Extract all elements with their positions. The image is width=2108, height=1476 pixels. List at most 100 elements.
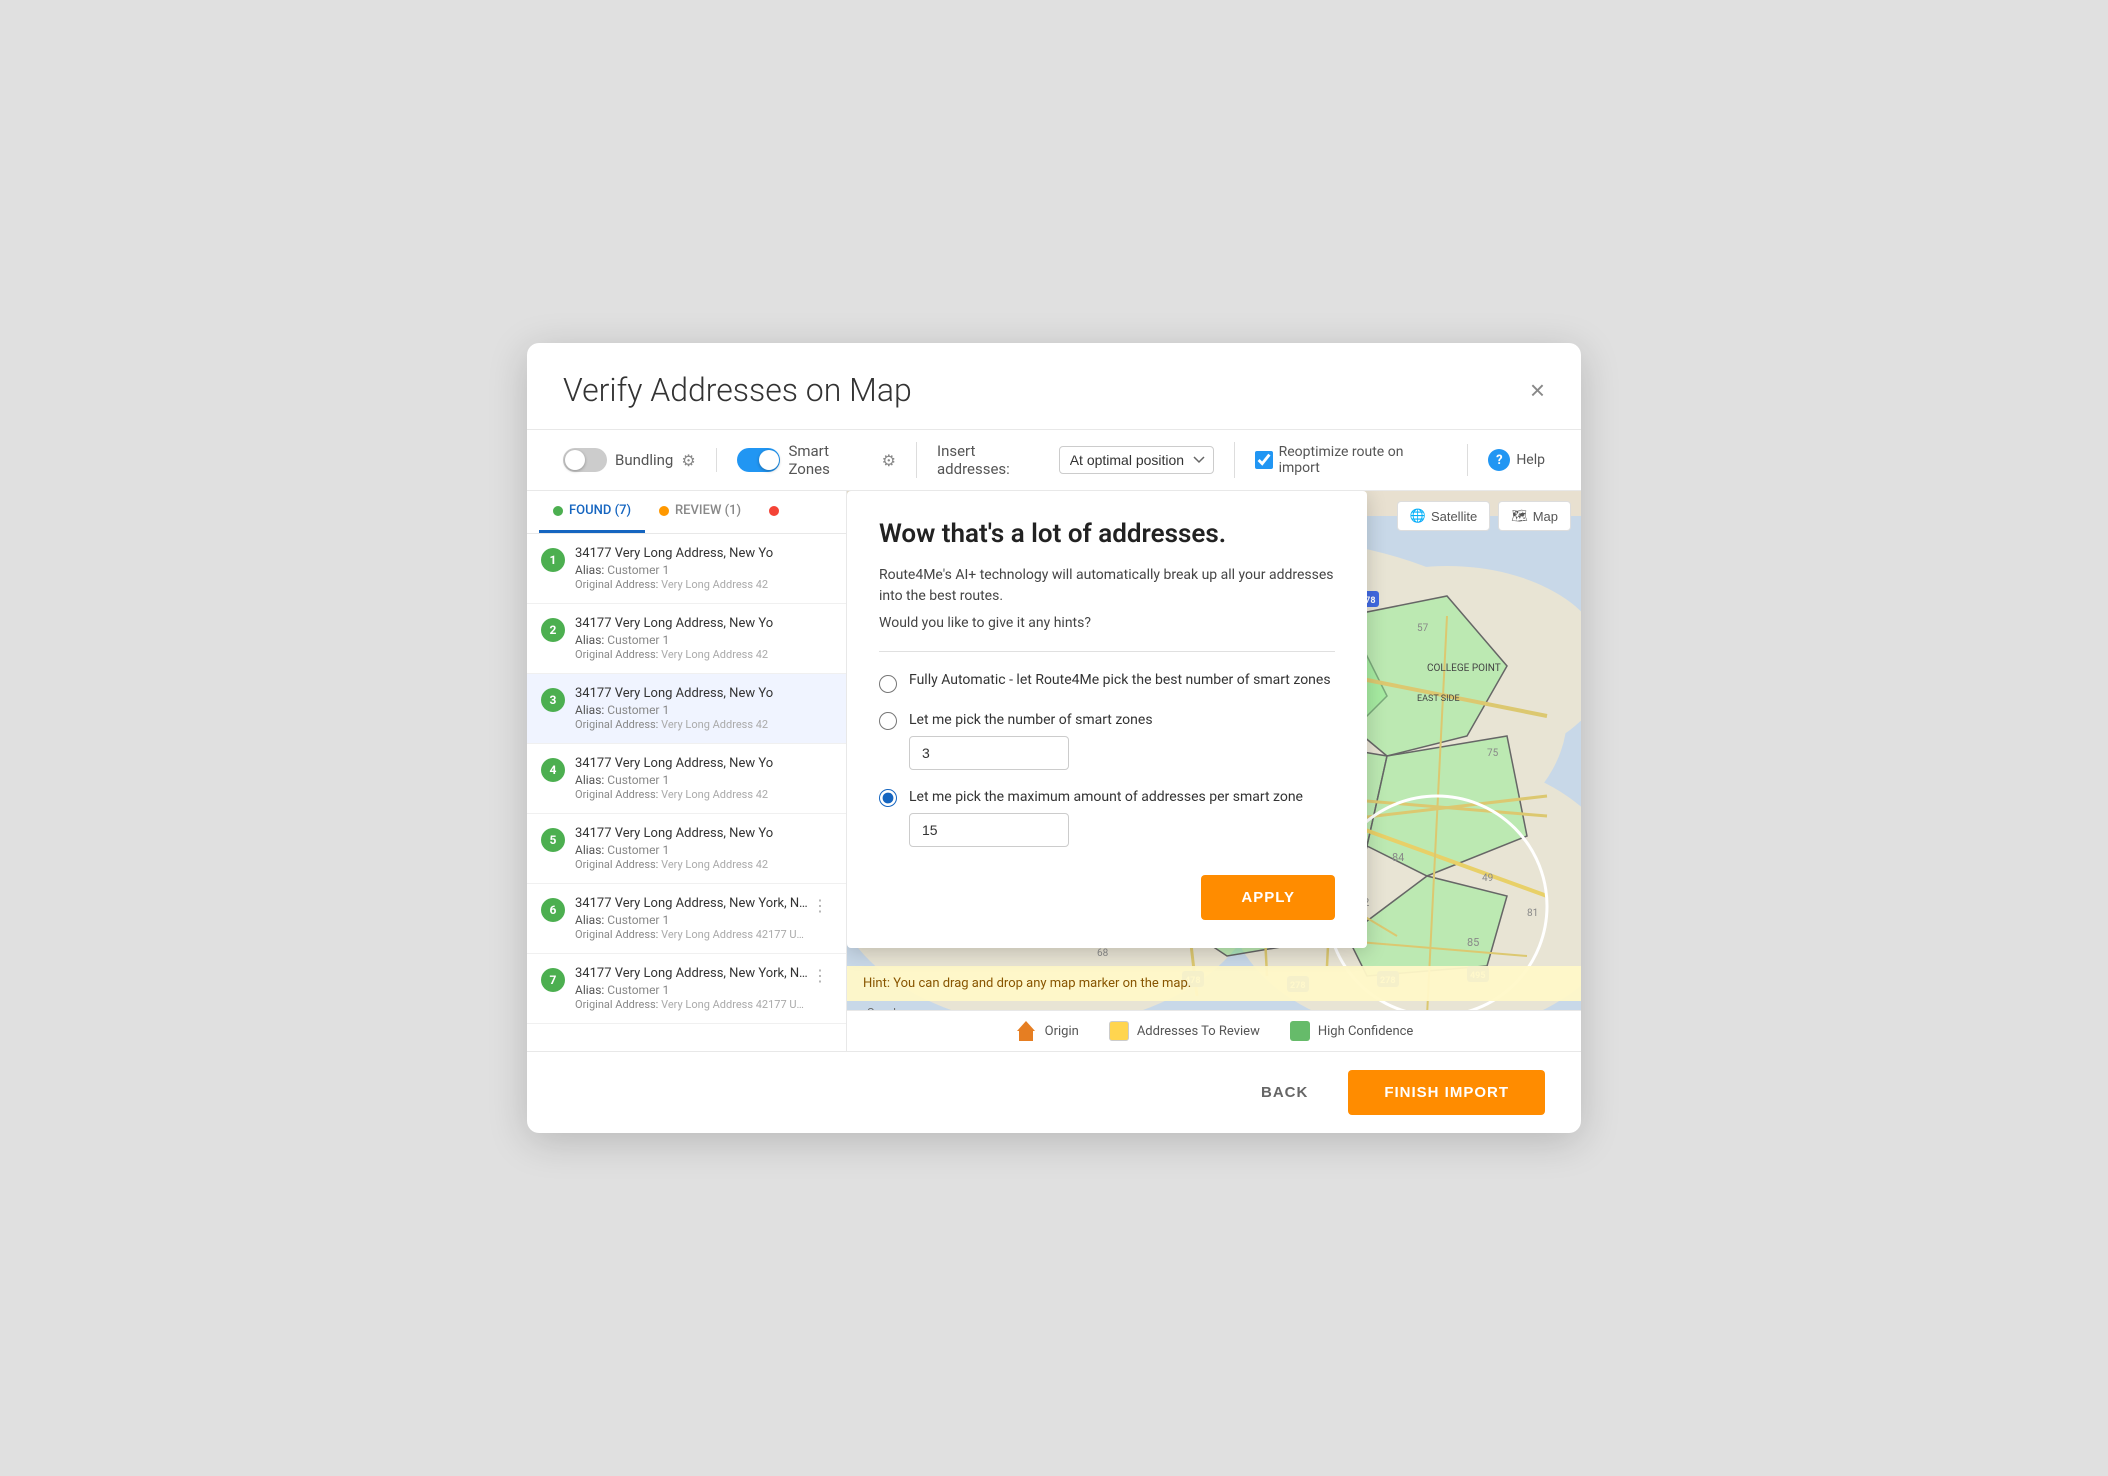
map-area: 73 75 57 73 74 65 65 75 62 74 84 49 62 7…: [847, 491, 1581, 1051]
radio-automatic[interactable]: [879, 675, 897, 693]
reoptimize-text: Reoptimize route on import: [1279, 444, 1448, 476]
radio-automatic-label: Fully Automatic - let Route4Me pick the …: [909, 672, 1331, 688]
back-button[interactable]: BACK: [1241, 1074, 1328, 1111]
tab-not-found[interactable]: [755, 491, 793, 533]
finish-import-button[interactable]: FINISH IMPORT: [1348, 1070, 1545, 1115]
max-addresses-input[interactable]: [909, 813, 1069, 847]
reoptimize-label[interactable]: Reoptimize route on import: [1255, 444, 1448, 476]
addr-original: Original Address: Very Long Address 4217…: [575, 998, 808, 1011]
addr-original: Original Address: Very Long Address 42: [575, 578, 832, 591]
addr-info: 34177 Very Long Address, New York, NY 53…: [575, 966, 808, 1011]
addr-original: Original Address: Very Long Address 42: [575, 858, 832, 871]
list-item[interactable]: 2 34177 Very Long Address, New Yo Alias:…: [527, 604, 846, 674]
legend-confidence: High Confidence: [1290, 1021, 1413, 1041]
modal-header: Verify Addresses on Map ×: [527, 343, 1581, 430]
radio-pick-number-label: Let me pick the number of smart zones: [909, 712, 1153, 728]
addr-info: 34177 Very Long Address, New Yo Alias: C…: [575, 826, 832, 871]
smart-zones-gear-icon[interactable]: ⚙: [882, 451, 896, 470]
addr-alias: Alias: Customer 1: [575, 563, 832, 577]
addr-info: 34177 Very Long Address, New Yo Alias: C…: [575, 546, 832, 591]
satellite-button[interactable]: 🌐 Satellite: [1397, 501, 1490, 531]
list-item[interactable]: 1 34177 Very Long Address, New Yo Alias:…: [527, 534, 846, 604]
bundling-toggle[interactable]: [563, 448, 607, 472]
main-content: FOUND (7) REVIEW (1) 1 34177 Very Long A…: [527, 491, 1581, 1051]
list-item[interactable]: 4 34177 Very Long Address, New Yo Alias:…: [527, 744, 846, 814]
list-item[interactable]: 6 34177 Very Long Address, New York, NY …: [527, 884, 846, 954]
popup-card: Wow that's a lot of addresses. Route4Me'…: [847, 491, 1367, 948]
modal: Verify Addresses on Map × Bundling ⚙ Sma…: [527, 343, 1581, 1133]
radio-option-2: Let me pick the number of smart zones: [879, 709, 1335, 770]
popup-title: Wow that's a lot of addresses.: [879, 519, 1335, 549]
popup-desc: Route4Me's AI+ technology will automatic…: [879, 565, 1335, 607]
addr-alias: Alias: Customer 1: [575, 633, 832, 647]
context-menu-trigger[interactable]: ⋮: [808, 896, 832, 915]
addr-original: Original Address: Very Long Address 42: [575, 718, 832, 731]
modal-title: Verify Addresses on Map: [563, 371, 912, 409]
addr-main: 34177 Very Long Address, New Yo: [575, 616, 832, 631]
legend-review: Addresses To Review: [1109, 1021, 1260, 1041]
confidence-icon: [1290, 1021, 1310, 1041]
hint-text: Hint: You can drag and drop any map mark…: [863, 976, 1191, 991]
list-item[interactable]: 3 34177 Very Long Address, New Yo Alias:…: [527, 674, 846, 744]
review-label: Addresses To Review: [1137, 1024, 1260, 1039]
svg-text:75: 75: [1487, 748, 1499, 759]
insert-section: Insert addresses: At optimal position: [937, 442, 1235, 478]
tab-found[interactable]: FOUND (7): [539, 491, 645, 533]
tab-bar: FOUND (7) REVIEW (1): [527, 491, 846, 534]
addr-main: 34177 Very Long Address, New Yo: [575, 686, 832, 701]
map-button[interactable]: 🗺 Map: [1498, 501, 1571, 531]
addr-original: Original Address: Very Long Address 42: [575, 788, 832, 801]
apply-button[interactable]: APPLY: [1201, 875, 1335, 920]
toolbar: Bundling ⚙ Smart Zones ⚙ Insert addresse…: [527, 430, 1581, 491]
map-label: Map: [1533, 509, 1558, 524]
help-section[interactable]: ? Help: [1488, 449, 1545, 471]
svg-text:85: 85: [1467, 936, 1479, 949]
radio-max-addresses-label: Let me pick the maximum amount of addres…: [909, 789, 1303, 805]
list-item[interactable]: 7 34177 Very Long Address, New York, NY …: [527, 954, 846, 1024]
help-text: Help: [1516, 452, 1545, 468]
reoptimize-section: Reoptimize route on import: [1255, 444, 1469, 476]
smart-zones-toggle[interactable]: [737, 448, 781, 472]
addr-number: 2: [541, 618, 565, 642]
addr-number: 1: [541, 548, 565, 572]
insert-select[interactable]: At optimal position: [1059, 446, 1214, 474]
addr-main: 34177 Very Long Address, New York, NY 53…: [575, 966, 808, 981]
addr-number: 7: [541, 968, 565, 992]
svg-text:84: 84: [1392, 851, 1404, 864]
context-menu-trigger[interactable]: ⋮: [808, 966, 832, 985]
bundling-gear-icon[interactable]: ⚙: [681, 451, 695, 470]
map-controls: 🌐 Satellite 🗺 Map: [1397, 501, 1571, 531]
addr-original: Original Address: Very Long Address 42: [575, 648, 832, 661]
svg-text:EAST SIDE: EAST SIDE: [1417, 694, 1460, 704]
map-icon: 🗺: [1511, 508, 1528, 524]
legend-origin: Origin: [1015, 1021, 1079, 1041]
legend: Origin Addresses To Review High Confiden…: [847, 1010, 1581, 1051]
address-panel: FOUND (7) REVIEW (1) 1 34177 Very Long A…: [527, 491, 847, 1051]
hint-bar: Hint: You can drag and drop any map mark…: [847, 966, 1581, 1001]
satellite-label: Satellite: [1431, 509, 1477, 524]
tab-review[interactable]: REVIEW (1): [645, 491, 755, 533]
addr-main: 34177 Very Long Address, New York, NY 53…: [575, 896, 808, 911]
addr-main: 34177 Very Long Address, New Yo: [575, 546, 832, 561]
review-dot: [659, 506, 669, 516]
origin-house-icon: [1015, 1021, 1037, 1041]
close-button[interactable]: ×: [1530, 377, 1545, 403]
smart-zones-label: Smart Zones: [788, 442, 873, 478]
reoptimize-checkbox[interactable]: [1255, 451, 1273, 469]
modal-footer: BACK FINISH IMPORT: [527, 1051, 1581, 1133]
radio-pick-number[interactable]: [879, 712, 897, 730]
addr-number: 4: [541, 758, 565, 782]
smart-zone-count-input[interactable]: [909, 736, 1069, 770]
list-item[interactable]: 5 34177 Very Long Address, New Yo Alias:…: [527, 814, 846, 884]
confidence-label: High Confidence: [1318, 1024, 1413, 1039]
svg-text:COLLEGE POINT: COLLEGE POINT: [1427, 663, 1501, 674]
tab-found-label: FOUND (7): [569, 503, 631, 518]
addr-number: 5: [541, 828, 565, 852]
popup-divider: [879, 651, 1335, 652]
addr-alias: Alias: Customer 1: [575, 773, 832, 787]
found-dot: [553, 506, 563, 516]
addr-info: 34177 Very Long Address, New Yo Alias: C…: [575, 686, 832, 731]
radio-max-addresses[interactable]: [879, 789, 897, 807]
not-found-dot: [769, 506, 779, 516]
addr-number: 6: [541, 898, 565, 922]
